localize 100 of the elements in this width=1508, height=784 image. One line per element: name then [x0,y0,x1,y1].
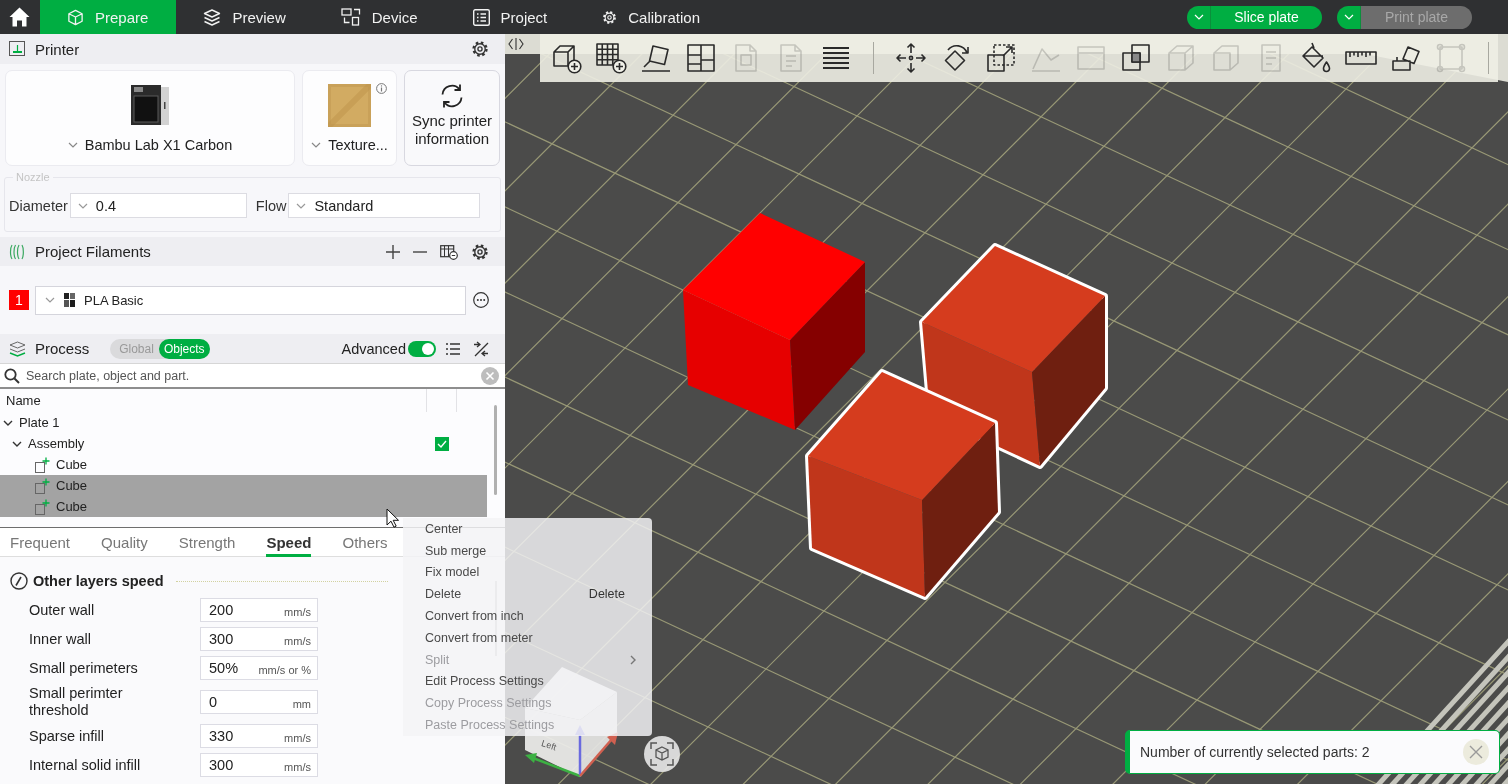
scrollbar[interactable] [494,405,497,495]
settings-tab[interactable]: Frequent [10,528,71,557]
number-field[interactable]: 200 mm/s [200,598,318,622]
info-icon[interactable] [376,83,387,94]
swatch-icon [64,293,75,307]
tree-row[interactable]: Cube [0,496,487,517]
number-field[interactable]: 300 mm/s [200,627,318,651]
setting-label: Small perimter threshold [29,685,124,719]
part-icon [35,456,50,473]
caret-icon [45,297,55,303]
caret-icon [77,202,88,209]
gear-icon [602,9,618,25]
sync-icon [439,83,465,109]
toast-message: Number of currently selected parts: 2 [1140,744,1370,760]
toggle-switch[interactable] [408,340,436,357]
face-label: Left [540,738,558,753]
dropdown-button[interactable] [1187,5,1211,29]
section-title: Printer [35,40,80,58]
selected-cube[interactable] [919,243,1108,469]
paint-bucket-icon[interactable] [1300,42,1332,74]
chevron-down-icon[interactable] [12,440,22,447]
unit-label: mm [292,696,311,710]
caret-icon [311,142,322,148]
chevron-down-icon[interactable] [3,419,13,426]
checkbox-icon[interactable] [435,436,449,451]
settings-tab[interactable]: Speed [266,528,312,557]
search-field[interactable]: Search plate, object and part. [0,363,505,389]
number-field[interactable]: 300 mm/s [200,753,318,777]
caret-icon [296,202,307,209]
dropdown-button[interactable] [1337,5,1361,29]
unit-label: mm/s [284,759,311,773]
plate-drawing [328,84,371,127]
setting-label: Outer wall [29,601,96,619]
tree-row[interactable]: Plate 1 [0,412,487,433]
printer-dropdown[interactable]: Bambu Lab X1 Carbon [67,137,233,153]
more-icon[interactable] [473,292,489,308]
unit-label: mm/s [284,730,311,744]
number-field[interactable]: 50% mm/s or % [200,656,318,680]
tree-row[interactable]: Cube [0,454,487,475]
search-input[interactable]: Search plate, object and part. [26,365,481,386]
menu-item[interactable]: Sub merge [403,539,652,562]
list-icon[interactable] [446,342,460,355]
settings-tab[interactable]: Quality [101,528,148,557]
menu-item[interactable]: Delete Delete [403,583,652,606]
menu-item[interactable]: Convert from meter [403,627,652,649]
menu-item[interactable]: Center [403,518,652,540]
menu-item[interactable]: Fix model [403,561,652,584]
settings-tab[interactable]: Strength [178,528,236,557]
selected-cube[interactable] [805,369,1001,600]
plate-dropdown[interactable]: Texture... [311,137,388,153]
setting-label: Sparse infill [29,727,105,745]
part-icon [35,498,50,515]
plus-icon[interactable] [386,244,400,259]
scale-icon[interactable] [985,42,1017,74]
printer-icon [9,41,26,57]
section-title: Other layers speed [33,573,164,589]
search-icon [4,367,20,384]
move-icon[interactable] [895,42,927,74]
minus-icon[interactable] [413,250,427,253]
setting-label: Internal solid infill [29,756,142,774]
collapse-icon[interactable] [508,38,524,50]
setting-label: Inner wall [29,630,93,648]
list-icon [472,8,490,26]
dropdown[interactable]: Standard [288,193,481,218]
caret-icon [1343,14,1354,20]
tree-row[interactable]: Cube [0,475,487,496]
menu-item[interactable]: Convert from inch [403,605,652,627]
field-label: Flow [255,197,287,214]
close-button[interactable] [1463,739,1489,765]
cube-icon [67,8,84,26]
number-badge: 1 [9,290,29,310]
nav-tab[interactable]: Project [445,0,576,34]
setting-label: Small perimeters [29,659,139,677]
toggle-label: Advanced [341,340,406,357]
grid-plus-icon[interactable] [595,42,627,74]
filament-dropdown[interactable]: PLA Basic [35,285,466,315]
layout-icon[interactable] [685,42,717,74]
settings-tab[interactable]: Others [342,528,388,557]
gear-icon[interactable] [471,242,489,261]
shortcut-label: Delete [588,587,625,602]
close-icon [1469,745,1483,759]
number-field[interactable]: 330 mm/s [200,724,318,748]
section-title: Project Filaments [35,243,151,260]
number-field[interactable]: 0 mm [200,690,318,714]
caret-icon [67,142,78,148]
slash-arrows-icon[interactable] [473,340,489,357]
table-icon[interactable] [440,243,458,260]
cube-plus-icon[interactable] [550,42,582,74]
gear-icon[interactable] [471,40,489,58]
overlap-squares-icon[interactable] [1120,42,1152,74]
nav-tab[interactable]: Calibration [575,0,728,34]
layers-icon [203,8,222,26]
nav-tab[interactable]: Device [313,0,446,34]
sync-button[interactable]: Sync printer information [404,70,500,166]
layers-icon [9,340,26,357]
unit-label: mm/s [284,604,311,618]
tree-row[interactable]: Assembly [0,433,487,454]
dropdown[interactable]: 0.4 [69,193,247,218]
nav-tab[interactable]: Preview [176,0,314,34]
unit-label: mm/s or % [258,662,311,676]
